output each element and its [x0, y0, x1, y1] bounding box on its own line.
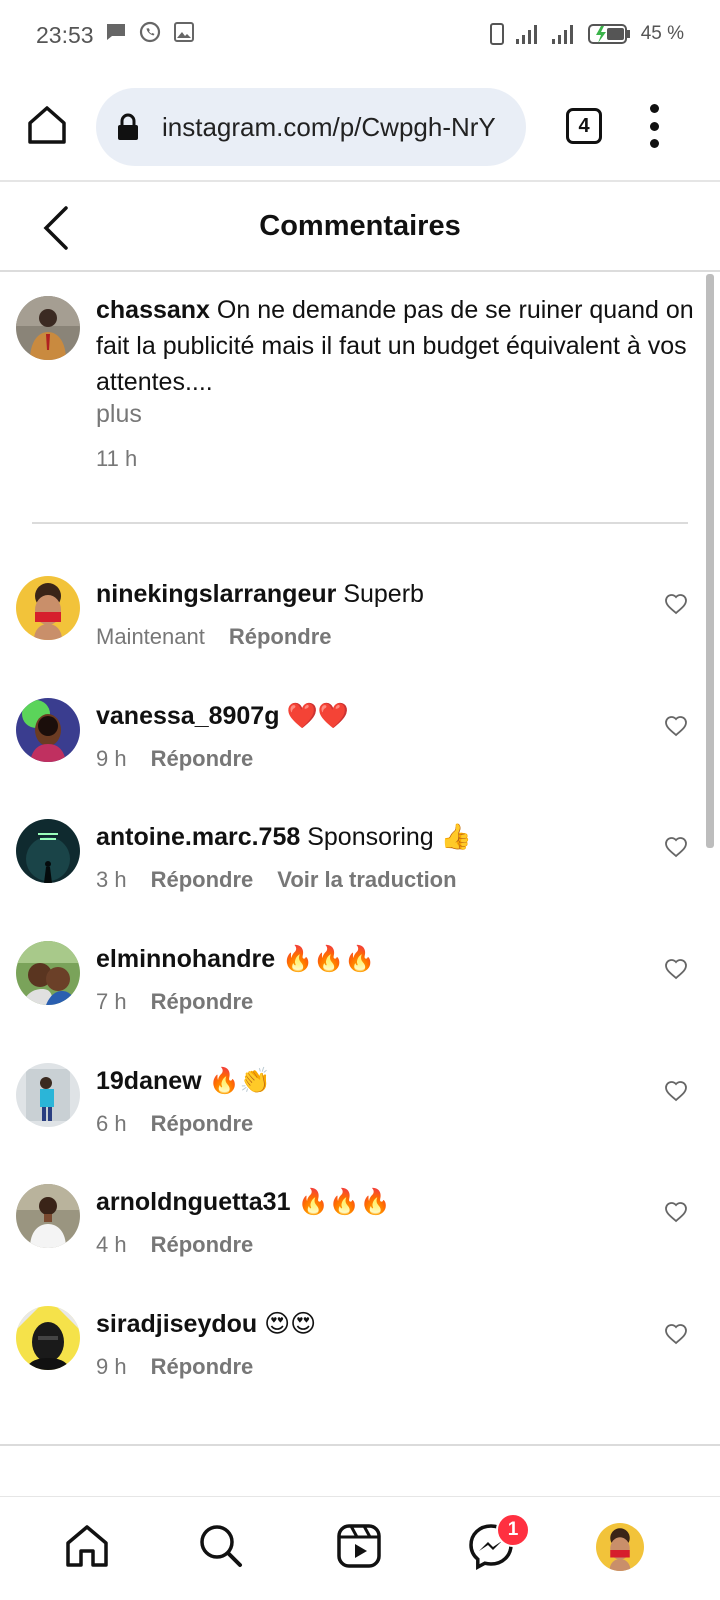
comment-text: siradjiseydou 😍😍 — [96, 1308, 316, 1340]
comment-meta: 9 h Répondre — [96, 746, 253, 772]
comment-meta: Maintenant Répondre — [96, 624, 332, 650]
comment-text: vanessa_8907g ❤️❤️ — [96, 700, 349, 732]
comment-username[interactable]: elminnohandre — [96, 945, 275, 973]
comment-time: Maintenant — [96, 624, 205, 649]
heart-icon[interactable] — [664, 1322, 688, 1346]
tab-count: 4 — [578, 114, 590, 137]
signal-icon — [515, 25, 537, 44]
reply-button[interactable]: Répondre — [151, 1232, 254, 1258]
comment-time: 3 h — [96, 867, 127, 892]
avatar[interactable] — [16, 819, 80, 883]
tab-switcher-button[interactable]: 4 — [566, 108, 602, 144]
comment-text: ninekingslarrangeur Superb — [96, 578, 424, 610]
comment-text: arnoldnguetta31 🔥🔥🔥 — [96, 1186, 391, 1218]
heart-icon[interactable] — [664, 835, 688, 859]
comment-item: vanessa_8907g ❤️❤️ 9 h Répondre — [0, 698, 710, 808]
reply-button[interactable]: Répondre — [151, 989, 254, 1015]
comment-item: arnoldnguetta31 🔥🔥🔥 4 h Répondre — [0, 1184, 710, 1294]
comment-text: 19danew 🔥👏 — [96, 1065, 271, 1097]
comment-body: ❤️❤️ — [286, 702, 349, 730]
comment-username[interactable]: ninekingslarrangeur — [96, 580, 336, 608]
reply-button[interactable]: Répondre — [151, 1354, 254, 1380]
caption-text: chassanx On ne demande pas de se ruiner … — [96, 292, 706, 400]
reply-button[interactable]: Répondre — [151, 867, 254, 893]
page-title: Commentaires — [259, 210, 461, 242]
comment-body: Sponsoring 👍 — [307, 823, 472, 851]
comment-meta: 9 h Répondre — [96, 1354, 253, 1380]
divider — [0, 1444, 720, 1446]
image-icon — [174, 22, 194, 42]
comment-text: antoine.marc.758 Sponsoring 👍 — [96, 821, 472, 853]
comment-username[interactable]: 19danew — [96, 1067, 202, 1095]
comment-item: ninekingslarrangeur Superb Maintenant Rép… — [0, 576, 710, 686]
comment-time: 7 h — [96, 989, 127, 1014]
reply-button[interactable]: Répondre — [229, 624, 332, 650]
comment-body: 🔥🔥🔥 — [297, 1188, 391, 1216]
browser-menu-button[interactable] — [648, 104, 660, 148]
search-icon[interactable] — [196, 1521, 246, 1571]
notification-icons — [104, 20, 196, 44]
avatar[interactable] — [16, 941, 80, 1005]
avatar[interactable] — [16, 698, 80, 762]
phone-icon — [489, 23, 504, 45]
comment-meta: 3 h Répondre Voir la traduction — [96, 867, 457, 893]
avatar[interactable] — [16, 576, 80, 640]
url-text: instagram.com/p/Cwpgh-NrY — [162, 111, 496, 142]
heart-icon[interactable] — [664, 714, 688, 738]
divider — [32, 522, 688, 524]
comment-text: elminnohandre 🔥🔥🔥 — [96, 943, 376, 975]
browser-home-button[interactable] — [26, 104, 68, 146]
reply-button[interactable]: Répondre — [151, 746, 254, 772]
heart-icon[interactable] — [664, 1200, 688, 1224]
browser-toolbar: instagram.com/p/Cwpgh-NrY 4 — [0, 72, 720, 182]
status-bar: 23:53 45 % — [0, 0, 720, 72]
profile-avatar[interactable] — [596, 1523, 644, 1571]
avatar[interactable] — [16, 1306, 80, 1370]
messages-badge: 1 — [496, 1513, 530, 1547]
comments-header: Commentaires — [0, 184, 720, 272]
comment-body: 🔥👏 — [208, 1067, 271, 1095]
status-time: 23:53 — [36, 22, 94, 48]
comment-username[interactable]: antoine.marc.758 — [96, 823, 300, 851]
caption-timestamp: 11 h — [96, 446, 138, 471]
more-link[interactable]: plus — [96, 400, 142, 429]
heart-icon[interactable] — [664, 592, 688, 616]
heart-icon[interactable] — [664, 957, 688, 981]
signal-icon-2 — [551, 25, 573, 44]
comment-item: elminnohandre 🔥🔥🔥 7 h Répondre — [0, 941, 710, 1051]
comment-meta: 7 h Répondre — [96, 989, 253, 1015]
comment-body: 😍😍 — [264, 1310, 317, 1338]
reels-icon[interactable] — [334, 1521, 384, 1571]
comment-time: 9 h — [96, 1354, 127, 1379]
comment-username[interactable]: siradjiseydou — [96, 1310, 257, 1338]
comment-time: 6 h — [96, 1111, 127, 1136]
comment-meta: 6 h Répondre — [96, 1111, 253, 1137]
avatar[interactable] — [16, 296, 80, 360]
avatar[interactable] — [16, 1184, 80, 1248]
comment-time: 9 h — [96, 746, 127, 771]
comment-body: Superb — [343, 580, 424, 608]
comment-item: 19danew 🔥👏 6 h Répondre — [0, 1063, 710, 1173]
translate-button[interactable]: Voir la traduction — [277, 867, 456, 893]
lock-icon — [118, 113, 138, 140]
chat-bubble-icon — [107, 24, 125, 40]
system-icons: 45 % — [489, 22, 684, 46]
heart-icon[interactable] — [664, 1079, 688, 1103]
bottom-navigation: 1 — [0, 1496, 720, 1600]
comment-username[interactable]: vanessa_8907g — [96, 702, 279, 730]
avatar[interactable] — [16, 1063, 80, 1127]
comment-time: 4 h — [96, 1232, 127, 1257]
battery-percent: 45 % — [640, 23, 684, 44]
comment-username[interactable]: arnoldnguetta31 — [96, 1188, 290, 1216]
home-icon[interactable] — [62, 1521, 112, 1571]
battery-icon — [587, 24, 630, 44]
comment-item: siradjiseydou 😍😍 9 h Répondre — [0, 1306, 710, 1416]
comment-body: 🔥🔥🔥 — [282, 945, 376, 973]
comment-meta: 4 h Répondre — [96, 1232, 253, 1258]
comment-item: antoine.marc.758 Sponsoring 👍 3 h Répondr… — [0, 819, 710, 929]
reply-button[interactable]: Répondre — [151, 1111, 254, 1137]
whatsapp-icon — [139, 21, 161, 43]
address-bar[interactable]: instagram.com/p/Cwpgh-NrY — [96, 88, 526, 166]
caption-username[interactable]: chassanx — [96, 296, 210, 324]
